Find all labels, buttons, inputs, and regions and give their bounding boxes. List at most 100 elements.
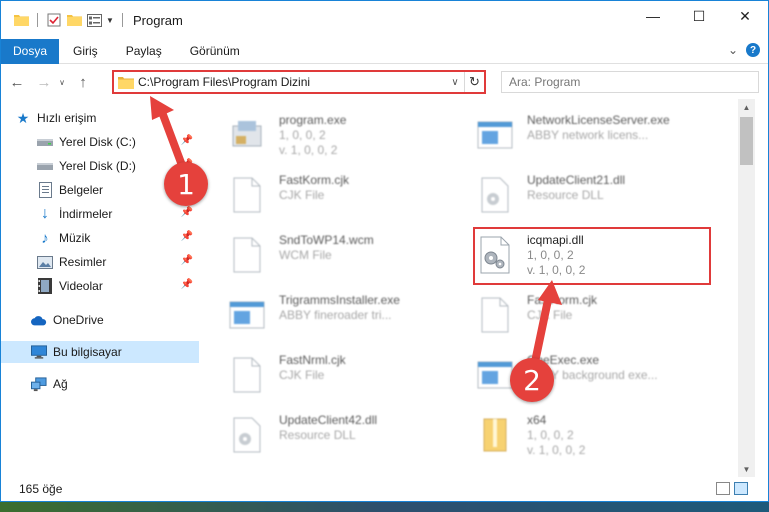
scrollbar-thumb[interactable] <box>740 117 753 165</box>
view-switcher <box>716 482 748 495</box>
window-controls: — ☐ ✕ <box>630 1 768 31</box>
pictures-icon <box>37 254 53 270</box>
tab-home[interactable]: Giriş <box>59 39 112 64</box>
file-info: NetworkLicenseServer.exe ABBY network li… <box>527 107 670 167</box>
file-tile[interactable]: UpdateClient42.dll Resource DLL <box>227 407 467 467</box>
address-path[interactable]: C:\Program Files\Program Dizini <box>138 75 446 89</box>
scroll-down-icon[interactable]: ▼ <box>738 461 755 477</box>
tab-share[interactable]: Paylaş <box>112 39 176 64</box>
forward-arrow-icon[interactable]: → <box>33 71 55 93</box>
file-description: ABBY fineroader tri... <box>279 308 392 322</box>
nav-item-label: OneDrive <box>53 313 104 327</box>
file-info: UpdateClient42.dll Resource DLL <box>279 407 377 467</box>
highlight-box <box>473 227 711 285</box>
file-name: UpdateClient21.dll <box>527 173 626 187</box>
nav-item-label: Yerel Disk (C:) <box>59 135 136 149</box>
file-info: UpdateClient21.dll Resource DLL <box>527 167 625 227</box>
file-name: FastKorm.cjk <box>527 293 598 307</box>
file-version: 1, 0, 0, 2 <box>279 128 326 142</box>
nav-item-pictures[interactable]: Resimler 📌 <box>1 251 199 273</box>
tab-file[interactable]: Dosya <box>1 38 60 64</box>
nav-item-label: Videolar <box>59 279 103 293</box>
quick-access-toolbar: ▼ <box>1 12 127 28</box>
tab-view[interactable]: Görünüm <box>176 39 254 64</box>
nav-item-label: Bu bilgisayar <box>53 345 122 359</box>
window-title: Program <box>133 12 183 28</box>
file-info: FastNrml.cjk CJK File <box>279 347 346 407</box>
new-folder-icon[interactable] <box>66 12 82 28</box>
file-tile[interactable]: FastKorm.cjk CJK File <box>227 167 467 227</box>
network-icon <box>31 376 47 392</box>
nav-item-onedrive[interactable]: OneDrive <box>1 309 199 331</box>
file-info: x64 1, 0, 0, 2 v. 1, 0, 0, 2 <box>527 407 585 467</box>
chevron-down-icon[interactable]: ▼ <box>106 12 114 28</box>
file-detail: v. 1, 0, 0, 2 <box>279 143 338 157</box>
address-dropdown-icon[interactable]: ∨ <box>446 77 464 88</box>
minimize-button[interactable]: — <box>630 1 676 31</box>
view-layout-icon[interactable] <box>86 12 102 28</box>
item-count: 165 öğe <box>19 482 63 496</box>
nav-item-music[interactable]: ♪ Müzik 📌 <box>1 227 199 249</box>
step-marker-2: 2 <box>510 358 554 402</box>
tiles-view-icon[interactable] <box>734 482 748 495</box>
file-icon <box>227 171 267 219</box>
file-name: UpdateClient42.dll <box>279 413 378 427</box>
step-marker-1: 1 <box>164 162 208 206</box>
close-button[interactable]: ✕ <box>722 1 768 31</box>
file-icon <box>227 231 267 279</box>
nav-item-quick-access[interactable]: ★ Hızlı erişim <box>1 107 199 129</box>
nav-item-downloads[interactable]: ↓ İndirmeler 📌 <box>1 203 199 225</box>
help-icon[interactable]: ? <box>746 43 760 57</box>
file-type: CJK File <box>279 188 325 202</box>
nav-item-network[interactable]: Ağ <box>1 373 199 395</box>
title-bar: ▼ Program — ☐ ✕ <box>1 1 768 39</box>
ribbon-tabs: Dosya Giriş Paylaş Görünüm ⌄ ? <box>1 38 768 64</box>
maximize-button[interactable]: ☐ <box>676 1 722 31</box>
file-tile[interactable]: UpdateClient21.dll Resource DLL <box>475 167 715 227</box>
nav-item-videos[interactable]: Videolar 📌 <box>1 275 199 297</box>
navigation-pane: ★ Hızlı erişim Yerel Disk (C:) 📌 Yerel D… <box>1 105 201 471</box>
file-tile[interactable]: FastNrml.cjk CJK File <box>227 347 467 407</box>
computer-icon <box>31 344 47 360</box>
refresh-icon[interactable]: ↻ <box>464 72 484 92</box>
address-bar[interactable]: C:\Program Files\Program Dizini ∨ ↻ <box>112 70 486 94</box>
back-arrow-icon[interactable]: ← <box>6 71 28 93</box>
pin-icon: 📌 <box>180 231 193 242</box>
status-bar: 165 öğe <box>1 477 768 501</box>
file-tile[interactable]: x64 1, 0, 0, 2 v. 1, 0, 0, 2 <box>475 407 715 467</box>
search-input[interactable]: Ara: Program <box>501 71 759 93</box>
recent-dropdown-icon[interactable]: ∨ <box>57 71 67 93</box>
expand-ribbon-icon[interactable]: ⌄ <box>728 43 738 57</box>
folder-zip-icon <box>475 411 515 459</box>
pin-icon: 📌 <box>180 255 193 266</box>
vertical-scrollbar[interactable]: ▲ ▼ <box>738 99 755 477</box>
file-name: program.exe <box>279 113 347 127</box>
pin-icon: 📌 <box>180 135 193 146</box>
file-info: TrigrammsInstaller.exe ABBY fineroader t… <box>279 287 400 347</box>
up-arrow-icon[interactable]: ↑ <box>72 71 94 93</box>
folder-icon <box>118 76 134 89</box>
details-view-icon[interactable] <box>716 482 730 495</box>
file-tile[interactable]: TrigrammsInstaller.exe ABBY fineroader t… <box>227 287 467 347</box>
nav-item-label: Müzik <box>59 231 91 245</box>
folder-icon <box>13 12 29 28</box>
nav-item-label: Resimler <box>59 255 107 269</box>
file-tile[interactable]: SndToWP14.wcm WCM File <box>227 227 467 287</box>
file-tile[interactable]: NetworkLicenseServer.exe ABBY network li… <box>475 107 715 167</box>
pin-icon: 📌 <box>180 279 193 290</box>
file-type: WCM File <box>279 248 332 262</box>
file-tile[interactable]: FastKorm.cjk CJK File <box>475 287 715 347</box>
explorer-window: ▼ Program — ☐ ✕ Dosya Giriş Paylaş Görün… <box>0 0 769 502</box>
file-tile[interactable]: program.exe 1, 0, 0, 2 v. 1, 0, 0, 2 <box>227 107 467 167</box>
file-icon <box>227 351 267 399</box>
scroll-up-icon[interactable]: ▲ <box>738 99 755 115</box>
nav-item-this-pc[interactable]: Bu bilgisayar <box>1 341 199 363</box>
toolbar-separator <box>122 13 123 27</box>
nav-item-label: Belgeler <box>59 183 104 197</box>
document-icon <box>37 182 53 198</box>
nav-item-local-disk-c[interactable]: Yerel Disk (C:) 📌 <box>1 131 199 153</box>
properties-icon[interactable] <box>46 12 62 28</box>
file-version: 1, 0, 0, 2 <box>527 428 574 442</box>
exe-icon <box>227 111 267 159</box>
app-icon <box>227 291 267 339</box>
